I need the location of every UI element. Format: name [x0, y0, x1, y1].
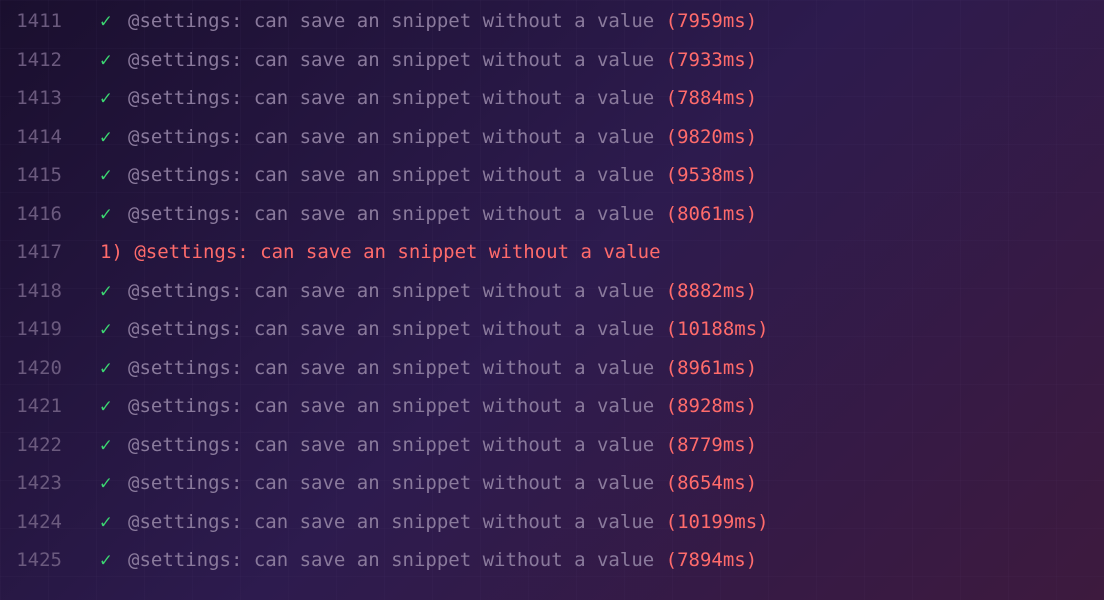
test-description: @settings: can save an snippet without a… [128, 282, 654, 301]
test-timing: (8882ms) [666, 282, 758, 301]
check-icon: ✓ [100, 474, 128, 493]
log-line[interactable]: 1425✓@settings: can save an snippet with… [0, 551, 1104, 590]
check-icon: ✓ [100, 282, 128, 301]
test-timing: (10188ms) [666, 320, 769, 339]
log-line[interactable]: 14171) @settings: can save an snippet wi… [0, 243, 1104, 282]
line-number: 1415 [0, 166, 100, 185]
test-description: @settings: can save an snippet without a… [128, 128, 654, 147]
test-description: @settings: can save an snippet without a… [128, 89, 654, 108]
log-line[interactable]: 1413✓@settings: can save an snippet with… [0, 89, 1104, 128]
check-icon: ✓ [100, 205, 128, 224]
log-line[interactable]: 1411✓@settings: can save an snippet with… [0, 12, 1104, 51]
line-number: 1425 [0, 551, 100, 570]
test-timing: (7959ms) [666, 12, 758, 31]
log-line[interactable]: 1419✓@settings: can save an snippet with… [0, 320, 1104, 359]
check-icon: ✓ [100, 397, 128, 416]
line-number: 1419 [0, 320, 100, 339]
test-timing: (7884ms) [666, 89, 758, 108]
line-number: 1423 [0, 474, 100, 493]
line-number: 1422 [0, 436, 100, 455]
check-icon: ✓ [100, 12, 128, 31]
test-description: @settings: can save an snippet without a… [128, 320, 654, 339]
log-line[interactable]: 1418✓@settings: can save an snippet with… [0, 282, 1104, 321]
test-description: @settings: can save an snippet without a… [128, 166, 654, 185]
line-number: 1418 [0, 282, 100, 301]
check-icon: ✓ [100, 359, 128, 378]
check-icon: ✓ [100, 551, 128, 570]
test-description: @settings: can save an snippet without a… [128, 436, 654, 455]
line-number: 1420 [0, 359, 100, 378]
test-timing: (9820ms) [666, 128, 758, 147]
line-number: 1417 [0, 243, 100, 262]
check-icon: ✓ [100, 166, 128, 185]
test-timing: (8779ms) [666, 436, 758, 455]
test-timing: (8654ms) [666, 474, 758, 493]
log-line[interactable]: 1420✓@settings: can save an snippet with… [0, 359, 1104, 398]
line-number: 1416 [0, 205, 100, 224]
log-line[interactable]: 1423✓@settings: can save an snippet with… [0, 474, 1104, 513]
line-number: 1412 [0, 51, 100, 70]
log-line[interactable]: 1424✓@settings: can save an snippet with… [0, 513, 1104, 552]
check-icon: ✓ [100, 436, 128, 455]
check-icon: ✓ [100, 51, 128, 70]
line-number: 1413 [0, 89, 100, 108]
check-icon: ✓ [100, 513, 128, 532]
log-line[interactable]: 1422✓@settings: can save an snippet with… [0, 436, 1104, 475]
test-description-fail: @settings: can save an snippet without a… [134, 243, 660, 262]
test-timing: (9538ms) [666, 166, 758, 185]
test-timing: (8961ms) [666, 359, 758, 378]
line-number: 1424 [0, 513, 100, 532]
test-description: @settings: can save an snippet without a… [128, 397, 654, 416]
test-description: @settings: can save an snippet without a… [128, 12, 654, 31]
test-output-log[interactable]: 1411✓@settings: can save an snippet with… [0, 12, 1104, 590]
test-timing: (8061ms) [666, 205, 758, 224]
log-line[interactable]: 1415✓@settings: can save an snippet with… [0, 166, 1104, 205]
log-line[interactable]: 1416✓@settings: can save an snippet with… [0, 205, 1104, 244]
line-number: 1411 [0, 12, 100, 31]
test-timing: (8928ms) [666, 397, 758, 416]
test-timing: (7894ms) [666, 551, 758, 570]
test-timing: (10199ms) [666, 513, 769, 532]
test-description: @settings: can save an snippet without a… [128, 359, 654, 378]
check-icon: ✓ [100, 128, 128, 147]
test-description: @settings: can save an snippet without a… [128, 551, 654, 570]
log-line[interactable]: 1414✓@settings: can save an snippet with… [0, 128, 1104, 167]
log-line[interactable]: 1421✓@settings: can save an snippet with… [0, 397, 1104, 436]
test-timing: (7933ms) [666, 51, 758, 70]
test-description: @settings: can save an snippet without a… [128, 474, 654, 493]
fail-marker: 1) [100, 243, 134, 262]
line-number: 1421 [0, 397, 100, 416]
check-icon: ✓ [100, 89, 128, 108]
line-number: 1414 [0, 128, 100, 147]
test-description: @settings: can save an snippet without a… [128, 205, 654, 224]
log-line[interactable]: 1412✓@settings: can save an snippet with… [0, 51, 1104, 90]
test-description: @settings: can save an snippet without a… [128, 513, 654, 532]
check-icon: ✓ [100, 320, 128, 339]
test-description: @settings: can save an snippet without a… [128, 51, 654, 70]
